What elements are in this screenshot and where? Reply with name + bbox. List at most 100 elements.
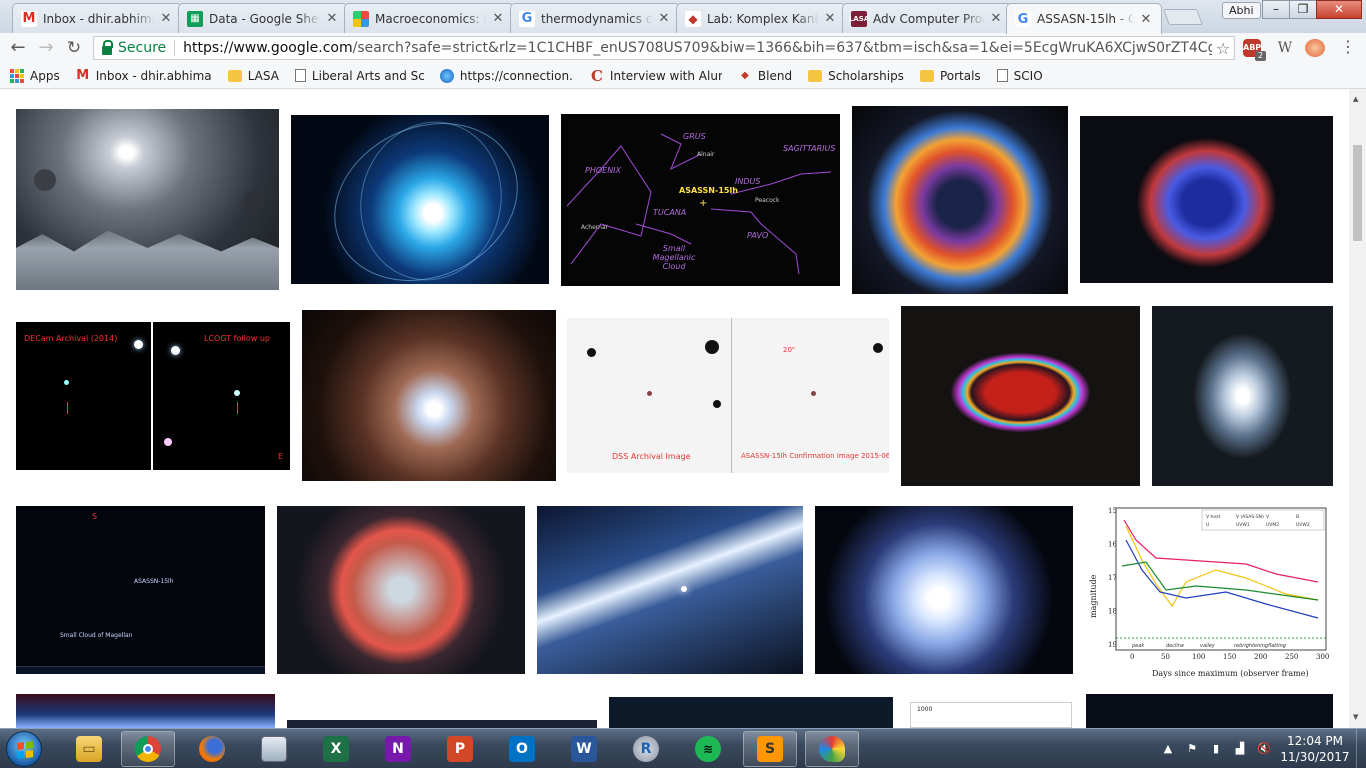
constellation-label: PAVO — [747, 231, 769, 240]
image-result-20[interactable] — [1086, 694, 1333, 728]
image-result-5[interactable] — [1080, 116, 1333, 283]
taskbar-chrome[interactable] — [121, 731, 175, 767]
image-result-11[interactable]: S ASASSN-15lh Small Cloud of Magellan — [16, 506, 265, 674]
tab-inbox[interactable]: M Inbox - dhir.abhiman ✕ — [12, 3, 182, 33]
image-result-12[interactable] — [277, 506, 525, 674]
close-tab-icon[interactable]: ✕ — [989, 11, 1003, 26]
bookmark-connection[interactable]: https://connection.na — [439, 68, 574, 83]
profile-button[interactable]: Abhi — [1222, 2, 1261, 19]
image-result-13[interactable] — [537, 506, 803, 674]
image-result-17[interactable] — [287, 720, 597, 728]
bookmark-scholarships[interactable]: Scholarships — [808, 69, 904, 83]
image-result-1[interactable] — [16, 109, 279, 290]
bookmark-blend[interactable]: ◆ Blend — [738, 69, 792, 83]
bookmark-label: Scholarships — [828, 68, 904, 83]
volume-muted-icon[interactable]: 🔇 — [1256, 742, 1272, 756]
image-result-10[interactable] — [1152, 306, 1333, 486]
bookmark-apps[interactable]: Apps — [10, 68, 60, 83]
taskbar-outlook[interactable]: O — [495, 731, 549, 767]
start-button[interactable] — [6, 731, 42, 767]
pinwheel-icon — [353, 10, 369, 27]
close-tab-icon[interactable]: ✕ — [823, 11, 837, 26]
taskbar-word[interactable]: W — [557, 731, 611, 767]
close-tab-icon[interactable]: ✕ — [159, 11, 173, 26]
maximize-button[interactable]: ❐ — [1289, 0, 1317, 19]
close-tab-icon[interactable]: ✕ — [325, 11, 339, 26]
vertical-scrollbar[interactable]: ▲ ▼ — [1349, 89, 1366, 728]
bookmark-star-icon[interactable]: ☆ — [1212, 39, 1234, 58]
image-result-9[interactable] — [901, 306, 1140, 486]
back-arrow-icon[interactable]: ← — [6, 37, 30, 59]
image-result-8[interactable]: DSS Archival Image ASASSN-15lh Confirmat… — [567, 318, 889, 473]
address-bar[interactable]: Secure https://www.google.com/search?saf… — [93, 36, 1235, 60]
scroll-down-icon[interactable]: ▼ — [1353, 713, 1358, 721]
taskbar-powerpoint[interactable]: P — [433, 731, 487, 767]
image-result-14[interactable] — [815, 506, 1073, 674]
clock-date: 11/30/2017 — [1280, 750, 1350, 764]
bookmark-lasa[interactable]: LASA — [227, 69, 279, 83]
clock[interactable]: 12:04 PM 11/30/2017 — [1280, 733, 1350, 765]
close-tab-icon[interactable]: ✕ — [491, 11, 505, 26]
image-result-19[interactable]: 1000 — [910, 702, 1072, 728]
taskbar-firefox[interactable] — [185, 731, 239, 767]
x-tick-label: 250 — [1285, 653, 1298, 661]
terrain — [16, 230, 279, 290]
taskbar-excel[interactable]: X — [309, 731, 363, 767]
tab-adv-computer-prog[interactable]: LASA Adv Computer Prog ✕ — [842, 3, 1012, 33]
image-result-18[interactable] — [609, 697, 893, 728]
close-tab-icon[interactable]: ✕ — [1139, 12, 1153, 27]
flag-icon[interactable]: ⚑ — [1184, 742, 1200, 756]
tab-strip: M Inbox - dhir.abhiman ✕ ▦ Data - Google… — [0, 0, 1366, 34]
reload-icon[interactable]: ↻ — [62, 37, 86, 59]
bookmark-liberal-arts[interactable]: Liberal Arts and Scien — [294, 69, 424, 83]
outlook-icon: O — [509, 736, 535, 762]
battery-icon[interactable]: ▮ — [1208, 742, 1224, 756]
tab-thermodynamics[interactable]: G thermodynamics ch ✕ — [510, 3, 680, 33]
tab-macroeconomics[interactable]: Macroeconomics: P ✕ — [344, 3, 514, 33]
url-text[interactable]: https://www.google.com/search?safe=stric… — [183, 40, 1212, 56]
scroll-up-icon[interactable]: ▲ — [1353, 95, 1358, 103]
image-result-15[interactable]: 15 16 17 18 19 0 50 100 150 200 250 300 peak decline v… — [1086, 500, 1333, 683]
x-tick-label: 300 — [1316, 653, 1329, 661]
smc-label: Small Cloud of Magellan — [60, 632, 133, 639]
star — [134, 340, 143, 349]
taskbar-spotify[interactable]: ≋ — [681, 731, 735, 767]
close-tab-icon[interactable]: ✕ — [657, 11, 671, 26]
network-signal-icon[interactable]: ▟ — [1232, 742, 1248, 756]
bookmark-scio[interactable]: SCIO — [996, 69, 1043, 83]
minimize-button[interactable]: – — [1262, 0, 1290, 19]
taskbar-sublime[interactable]: S — [743, 731, 797, 767]
taskbar-explorer[interactable]: ▭ — [62, 731, 116, 767]
close-button[interactable]: ✕ — [1316, 0, 1362, 19]
image-result-16[interactable] — [16, 694, 275, 728]
bookmark-label: Portals — [939, 68, 981, 83]
forward-arrow-icon[interactable]: → — [34, 37, 58, 59]
gmail-icon: M — [76, 68, 90, 83]
scroll-thumb[interactable] — [1353, 145, 1362, 241]
wikipedia-icon[interactable]: W — [1276, 39, 1294, 57]
taskbar-onenote[interactable]: N — [371, 731, 425, 767]
chrome-menu-icon[interactable]: ⋮ — [1340, 39, 1356, 57]
taskbar-paint[interactable] — [805, 731, 859, 767]
spotify-icon: ≋ — [695, 736, 721, 762]
target-marker-icon: + — [699, 198, 708, 209]
taskbar-r[interactable]: R — [619, 731, 673, 767]
taskbar-calculator[interactable] — [247, 731, 301, 767]
constellation-label: PHOENIX — [585, 166, 622, 175]
tab-assasn-15lh[interactable]: G ASSASN-15lh - Goo ✕ — [1006, 3, 1162, 34]
bookmark-portals[interactable]: Portals — [919, 68, 981, 83]
show-hidden-icons-icon[interactable]: ▲ — [1160, 742, 1176, 756]
extension-icon[interactable] — [1305, 39, 1325, 57]
new-tab-button[interactable] — [1163, 9, 1203, 25]
image-result-7[interactable] — [302, 310, 556, 481]
image-result-3[interactable]: GRUS PHOENIX SAGITTARIUS INDUS TUCANA PA… — [561, 114, 840, 286]
bookmark-inbox[interactable]: M Inbox - dhir.abhiman — [76, 68, 211, 83]
image-result-6[interactable]: DECam Archival (2014) LCOGT follow up E — [16, 322, 290, 470]
star — [873, 343, 883, 353]
show-desktop-button[interactable] — [1356, 729, 1366, 769]
bookmark-interview[interactable]: C Interview with Alumn — [590, 67, 722, 85]
tab-komplex-kanban[interactable]: ◆ Lab: Komplex Kanb ✕ — [676, 3, 846, 33]
image-result-2[interactable] — [291, 115, 549, 284]
image-result-4[interactable] — [852, 106, 1068, 294]
tab-sheets[interactable]: ▦ Data - Google Sheets ✕ — [178, 3, 348, 33]
